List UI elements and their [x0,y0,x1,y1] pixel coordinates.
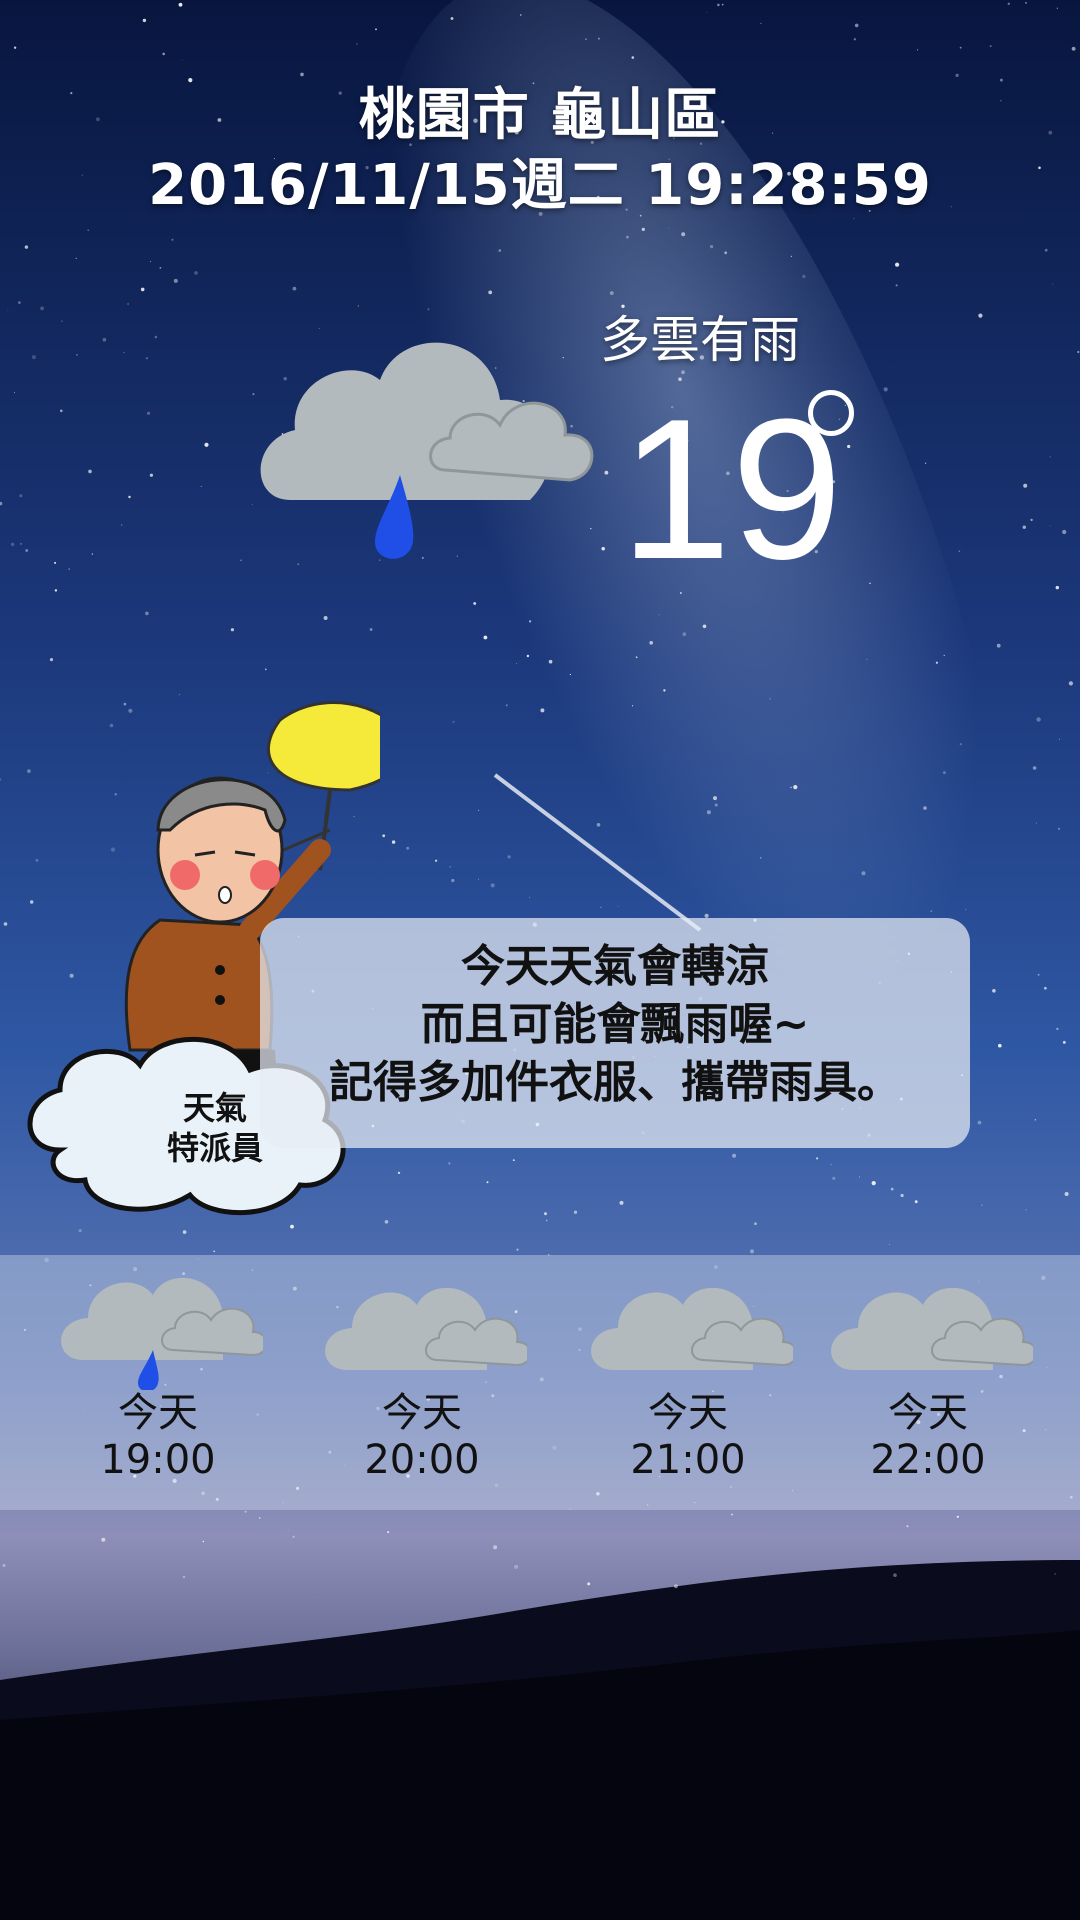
forecast-time: 20:00 [364,1437,480,1483]
forecast-time: 21:00 [630,1437,746,1483]
forecast-item[interactable]: 今天 19:00 [48,1260,268,1484]
cloud-icon [831,1287,1033,1370]
cloud-rain-icon [61,1277,263,1390]
mascot-label-line2: 特派員 [166,1129,263,1167]
message-line-1: 今天天氣會轉涼 [461,941,769,992]
forecast-item[interactable]: 今天 20:00 [312,1260,532,1484]
message-line-2: 而且可能會飄雨喔~ [420,999,810,1050]
forecast-item[interactable]: 今天 21:00 [578,1260,798,1484]
forecast-day: 今天 [888,1390,968,1436]
forecast-time: 22:00 [870,1437,986,1483]
datetime-text: 2016/11/15週二 19:28:59 [148,153,932,218]
forecast-day: 今天 [382,1390,462,1436]
cloud-rain-icon [250,310,630,574]
condition-text: 多雲有雨 [600,311,800,369]
forecast-time: 19:00 [100,1437,216,1483]
forecast-item[interactable]: 今天 22:00 [818,1260,1038,1484]
cloud-icon [591,1287,793,1370]
degree-symbol [808,390,854,436]
advice-message-bubble: 今天天氣會轉涼 而且可能會飄雨喔~ 記得多加件衣服、攜帶雨具。 [260,918,970,1148]
cloud-icon [325,1287,527,1370]
message-line-3: 記得多加件衣服、攜帶雨具。 [329,1057,901,1108]
forecast-day: 今天 [648,1390,728,1436]
forecast-day: 今天 [118,1390,198,1436]
location-title: 桃園市 龜山區 [358,83,722,148]
